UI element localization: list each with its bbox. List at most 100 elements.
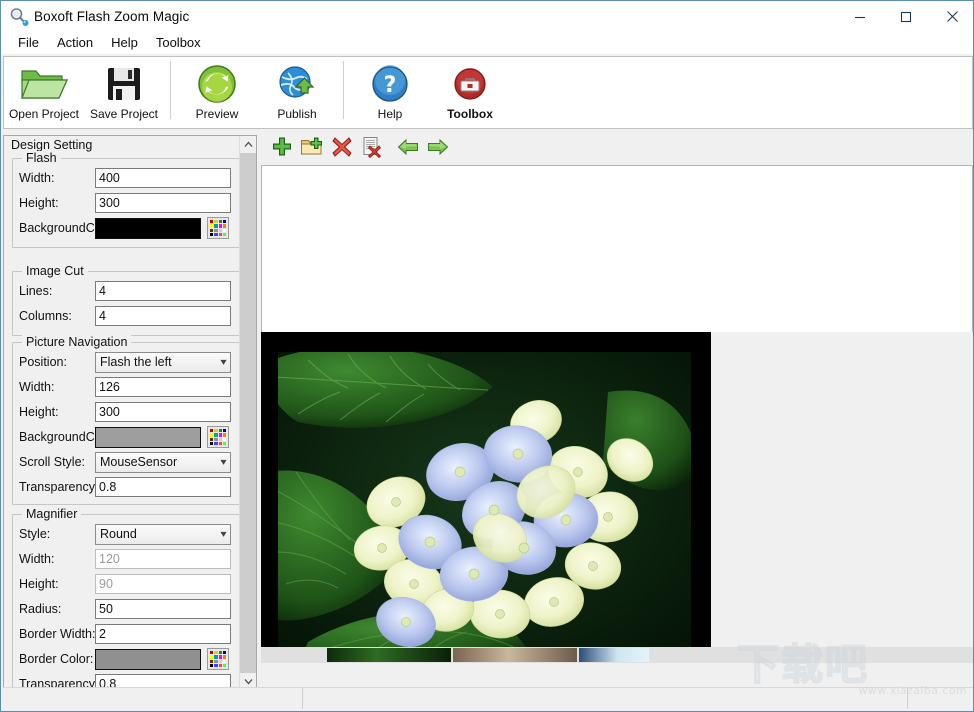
- field-flash-height: Height: 300: [13, 192, 239, 214]
- save-project-button[interactable]: Save Project: [84, 57, 164, 128]
- field-mag-height: Height: 90: [13, 573, 239, 595]
- content-area: [259, 135, 974, 691]
- field-flash-width: Width: 400: [13, 167, 239, 189]
- field-mag-width: Width: 120: [13, 548, 239, 570]
- scroll-up-icon[interactable]: [240, 136, 257, 153]
- preview-label: Preview: [196, 107, 239, 121]
- field-nav-transparency: Transparency: 0.8: [13, 476, 239, 498]
- field-mag-radius: Radius: 50: [13, 598, 239, 620]
- field-cut-lines: Lines: 4: [13, 280, 239, 302]
- menu-item-action[interactable]: Action: [48, 33, 102, 53]
- field-nav-position: Position: Flash the left ▾: [13, 351, 239, 373]
- menu-item-toolbox[interactable]: Toolbox: [147, 33, 210, 53]
- preview-stage: [261, 332, 711, 647]
- mag-border-width-input[interactable]: 2: [95, 624, 231, 644]
- group-image-cut: Image Cut Lines: 4 Columns: 4: [12, 271, 240, 336]
- help-button[interactable]: ? Help: [350, 57, 430, 128]
- field-mag-style: Style: Round ▾: [13, 523, 239, 545]
- svg-text:?: ?: [384, 73, 397, 98]
- mag-style-value: Round: [100, 525, 137, 544]
- mag-border-color-palette-icon[interactable]: [207, 648, 229, 670]
- field-flash-bgcolor: BackgroundColor:: [13, 217, 239, 239]
- floppy-disk-icon: [103, 62, 145, 106]
- minimize-button[interactable]: [837, 1, 883, 32]
- mag-radius-label: Radius:: [13, 602, 95, 616]
- field-nav-height: Height: 300: [13, 401, 239, 423]
- nav-height-label: Height:: [13, 405, 95, 419]
- mag-style-select[interactable]: Round ▾: [95, 524, 231, 545]
- flash-width-input[interactable]: 400: [95, 168, 231, 188]
- field-nav-width: Width: 126: [13, 376, 239, 398]
- move-right-button[interactable]: [423, 137, 453, 163]
- nav-height-input[interactable]: 300: [95, 402, 231, 422]
- nav-bgcolor-label: BackgroundColor:: [13, 430, 95, 444]
- mag-radius-input[interactable]: 50: [95, 599, 231, 619]
- mag-border-width-label: Border Width:: [13, 627, 95, 641]
- toolbar-separator-1: [170, 61, 171, 119]
- menu-item-help[interactable]: Help: [102, 33, 147, 53]
- add-folder-button[interactable]: [297, 137, 327, 163]
- nav-position-label: Position:: [13, 355, 95, 369]
- flash-bgcolor-palette-icon[interactable]: [207, 217, 229, 239]
- image-list-panel[interactable]: [261, 165, 973, 333]
- flash-bgcolor-swatch[interactable]: [95, 218, 201, 239]
- nav-position-select[interactable]: Flash the left ▾: [95, 352, 231, 373]
- delete-button[interactable]: [327, 137, 357, 163]
- chevron-down-icon: ▾: [220, 353, 226, 372]
- mag-width-label: Width:: [13, 552, 95, 566]
- delete-all-icon: [361, 136, 383, 163]
- group-picture-navigation-label: Picture Navigation: [22, 335, 131, 349]
- maximize-button[interactable]: [883, 1, 929, 32]
- delete-all-button[interactable]: [357, 137, 387, 163]
- publish-button[interactable]: Publish: [257, 57, 337, 128]
- status-cell-2: [303, 688, 908, 709]
- nav-position-value: Flash the left: [100, 353, 172, 372]
- scrollbar-thumb[interactable]: [240, 153, 257, 673]
- mag-style-label: Style:: [13, 527, 95, 541]
- thumbnail-item[interactable]: [327, 648, 451, 662]
- flash-height-input[interactable]: 300: [95, 193, 231, 213]
- open-project-button[interactable]: Open Project: [4, 57, 84, 128]
- main-toolbar: Open Project Save Project: [3, 56, 973, 129]
- close-button[interactable]: [929, 1, 974, 32]
- cut-columns-input[interactable]: 4: [95, 306, 231, 326]
- thumbnail-item[interactable]: [453, 648, 577, 662]
- nav-scroll-style-select[interactable]: MouseSensor ▾: [95, 452, 231, 473]
- menu-bar: File Action Help Toolbox: [1, 32, 974, 54]
- nav-bgcolor-palette-icon[interactable]: [207, 426, 229, 448]
- settings-scrollbar[interactable]: [239, 136, 256, 690]
- cut-lines-input[interactable]: 4: [95, 281, 231, 301]
- status-cell-1: [3, 688, 303, 709]
- add-image-icon: [271, 136, 293, 163]
- flash-width-label: Width:: [13, 171, 95, 185]
- help-label: Help: [378, 107, 403, 121]
- add-image-button[interactable]: [267, 137, 297, 163]
- flash-height-label: Height:: [13, 196, 95, 210]
- menu-item-file[interactable]: File: [9, 33, 48, 53]
- field-nav-scroll-style: Scroll Style: MouseSensor ▾: [13, 451, 239, 473]
- refresh-circle-icon: [196, 62, 238, 106]
- status-bar: [3, 687, 973, 709]
- chevron-down-icon: ▾: [220, 453, 226, 472]
- nav-width-input[interactable]: 126: [95, 377, 231, 397]
- field-mag-border-color: Border Color:: [13, 648, 239, 670]
- design-setting-content: Flash Width: 400 Height: 300 BackgroundC…: [8, 150, 240, 690]
- thumbnail-strip[interactable]: [261, 647, 973, 663]
- design-setting-panel: Design Setting Flash Width: 400 Height: …: [3, 135, 257, 691]
- nav-transparency-label: Transparency:: [13, 480, 95, 494]
- mag-height-input[interactable]: 90: [95, 574, 231, 594]
- title-bar: Boxoft Flash Zoom Magic: [1, 1, 974, 32]
- group-magnifier-label: Magnifier: [22, 507, 81, 521]
- delete-icon: [331, 136, 353, 163]
- toolbar-separator-2: [343, 61, 344, 119]
- toolbox-button[interactable]: Toolbox: [430, 57, 510, 128]
- arrow-left-icon: [397, 137, 419, 162]
- mag-width-input[interactable]: 120: [95, 549, 231, 569]
- thumbnail-item[interactable]: [579, 648, 649, 662]
- mag-border-color-swatch[interactable]: [95, 649, 201, 670]
- preview-button[interactable]: Preview: [177, 57, 257, 128]
- nav-transparency-input[interactable]: 0.8: [95, 477, 231, 497]
- save-project-label: Save Project: [90, 107, 158, 121]
- nav-bgcolor-swatch[interactable]: [95, 427, 201, 448]
- move-left-button[interactable]: [393, 137, 423, 163]
